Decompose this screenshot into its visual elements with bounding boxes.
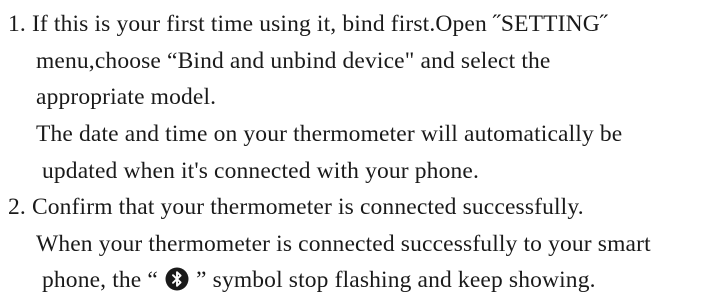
step-2-line-3-before-icon: phone, the “ (42, 267, 165, 293)
step-1-line-1: 1. If this is your first time using it, … (8, 11, 608, 37)
step-2-line-3-after-icon: ” symbol stop flashing and keep showing. (190, 267, 596, 293)
bluetooth-icon (165, 267, 189, 291)
step-1-line-4: The date and time on your thermometer wi… (36, 121, 623, 147)
step-2-line-2: When your thermometer is connected succe… (36, 231, 651, 257)
step-2-line-1: 2. Confirm that your thermometer is conn… (8, 194, 584, 220)
instruction-text-block: 1. If this is your first time using it, … (0, 0, 710, 300)
step-1-line-3: appropriate model. (36, 84, 217, 110)
step-2-line-3: phone, the “ ” symbol stop flashing and … (42, 265, 596, 295)
step-1-line-2: menu,choose “Bind and unbind device" and… (36, 48, 551, 74)
step-1-line-5: updated when it's connected with your ph… (42, 158, 479, 184)
